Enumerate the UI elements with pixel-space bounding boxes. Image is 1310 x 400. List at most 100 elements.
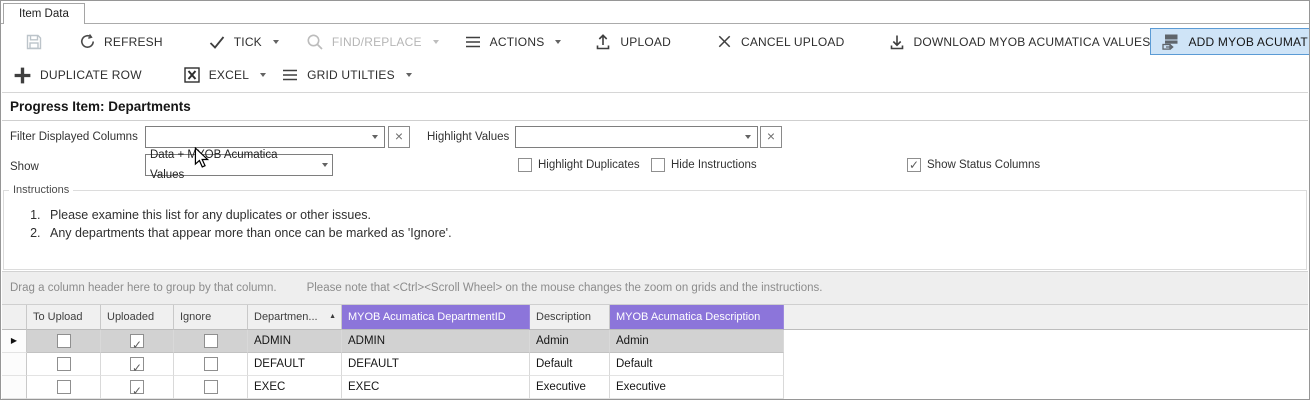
chevron-down-icon[interactable] — [745, 135, 751, 139]
hide-instructions-checkbox[interactable]: Hide Instructions — [651, 157, 757, 173]
group-by-hint: Drag a column header here to group by th… — [10, 282, 277, 294]
cell-filler — [784, 376, 1308, 399]
chevron-down-icon[interactable] — [322, 163, 328, 167]
checkbox-icon[interactable] — [907, 158, 921, 172]
filter-columns-label: Filter Displayed Columns — [10, 131, 138, 143]
sort-asc-icon: ▲ — [329, 313, 336, 320]
show-dropdown[interactable]: Data + MYOB Acumatica Values — [145, 149, 333, 181]
cell-description[interactable]: Admin — [530, 330, 610, 353]
filter-columns-input[interactable] — [146, 127, 372, 147]
checkbox-icon[interactable] — [56, 357, 71, 371]
column-header-ignore[interactable]: Ignore — [174, 305, 248, 330]
cell-ignore[interactable] — [174, 353, 248, 376]
cell-uploaded[interactable] — [101, 353, 174, 376]
cell-uploaded[interactable] — [101, 330, 174, 353]
cell-to-upload[interactable] — [27, 330, 101, 353]
highlight-duplicates-label: Highlight Duplicates — [538, 159, 640, 171]
checkbox-icon[interactable] — [203, 380, 218, 394]
instruction-item: Any departments that appear more than on… — [44, 224, 1306, 242]
cell-description[interactable]: Executive — [530, 376, 610, 399]
refresh-button[interactable]: REFRESH — [78, 32, 163, 51]
cancel-upload-label: CANCEL UPLOAD — [740, 34, 845, 49]
checkbox-icon[interactable] — [130, 334, 144, 352]
add-myob-rows-button[interactable]: ADD MYOB ACUMATICA ROWS — [1150, 28, 1309, 55]
instructions-groupbox: Instructions Please examine this list fo… — [3, 184, 1307, 270]
upload-button[interactable]: UPLOAD — [593, 32, 671, 52]
checkbox-icon[interactable] — [130, 357, 144, 375]
save-button — [24, 32, 44, 52]
cell-to-upload[interactable] — [27, 353, 101, 376]
cell-myob-departmentid[interactable]: DEFAULT — [342, 353, 530, 376]
highlight-values-combobox[interactable] — [515, 126, 758, 148]
grid-utilities-button[interactable]: GRID UTILTIES — [280, 65, 412, 85]
tab-bar: Item Data — [1, 1, 1309, 24]
chevron-down-icon[interactable] — [272, 39, 279, 44]
instructions-legend: Instructions — [13, 184, 70, 196]
cell-ignore[interactable] — [174, 330, 248, 353]
actions-label: ACTIONS — [489, 34, 545, 49]
refresh-icon — [81, 34, 95, 48]
upload-icon — [597, 33, 610, 49]
show-status-columns-checkbox[interactable]: Show Status Columns — [907, 157, 1040, 173]
tick-button[interactable]: TICK — [207, 32, 279, 52]
group-by-bar[interactable]: Drag a column header here to group by th… — [2, 271, 1308, 305]
highlight-duplicates-checkbox[interactable]: Highlight Duplicates — [518, 157, 640, 173]
highlight-values-clear-button[interactable]: × — [760, 126, 782, 148]
chevron-down-icon[interactable] — [372, 135, 378, 139]
excel-icon — [184, 67, 200, 83]
cell-to-upload[interactable] — [27, 376, 101, 399]
cell-department[interactable]: DEFAULT — [248, 353, 342, 376]
row-indicator — [2, 353, 27, 376]
menu-icon — [283, 69, 298, 81]
cell-description[interactable]: Default — [530, 353, 610, 376]
checkbox-icon[interactable] — [651, 158, 665, 172]
column-header-filler — [784, 305, 1308, 330]
cell-myob-departmentid[interactable]: EXEC — [342, 376, 530, 399]
filter-columns-clear-button[interactable]: × — [388, 126, 410, 148]
grid-utilities-label: GRID UTILTIES — [307, 68, 395, 82]
column-header-department[interactable]: Departmen... ▲ — [248, 305, 342, 330]
show-status-columns-label: Show Status Columns — [927, 159, 1041, 171]
highlight-values-input[interactable] — [516, 127, 745, 147]
chevron-down-icon[interactable] — [260, 73, 267, 77]
column-header-myob-description[interactable]: MYOB Acumatica Description — [610, 305, 784, 330]
cell-department[interactable]: EXEC — [248, 376, 342, 399]
cell-myob-description[interactable]: Executive — [610, 376, 784, 399]
checkbox-icon[interactable] — [56, 334, 71, 348]
column-header-description[interactable]: Description — [530, 305, 610, 330]
highlight-values-label: Highlight Values — [427, 131, 510, 143]
cell-filler — [784, 353, 1308, 376]
cell-filler — [784, 330, 1308, 353]
cell-myob-description[interactable]: Default — [610, 353, 784, 376]
column-header-myob-departmentid[interactable]: MYOB Acumatica DepartmentID — [342, 305, 530, 330]
column-header-uploaded[interactable]: Uploaded — [101, 305, 174, 330]
duplicate-row-label: DUPLICATE ROW — [40, 68, 142, 82]
cell-uploaded[interactable] — [101, 376, 174, 399]
actions-button[interactable]: ACTIONS — [463, 32, 562, 52]
checkbox-icon[interactable] — [130, 380, 144, 398]
checkbox-icon[interactable] — [56, 380, 71, 394]
cancel-upload-button[interactable]: CANCEL UPLOAD — [715, 32, 845, 51]
toolbar-main: REFRESH TICK FIND/REPLACE ACTIONS UPLOAD… — [2, 25, 1309, 58]
close-icon — [718, 35, 731, 48]
tab-item-data[interactable]: Item Data — [3, 3, 85, 24]
checkbox-icon[interactable] — [518, 158, 532, 172]
download-icon — [890, 35, 903, 49]
app-window: Item Data REFRESH TICK FIND/REPLACE ACTI… — [0, 0, 1310, 400]
cell-myob-departmentid[interactable]: ADMIN — [342, 330, 530, 353]
excel-button[interactable]: EXCEL — [182, 65, 267, 85]
cell-department[interactable]: ADMIN — [248, 330, 342, 353]
page-title: Progress Item: Departments — [2, 94, 1308, 121]
duplicate-row-button[interactable]: DUPLICATE ROW — [12, 65, 142, 86]
find-replace-label: FIND/REPLACE — [331, 34, 422, 49]
download-values-button[interactable]: DOWNLOAD MYOB ACUMATICA VALUES — [887, 32, 1151, 52]
find-replace-button: FIND/REPLACE — [305, 32, 439, 52]
column-header-to-upload[interactable]: To Upload — [27, 305, 101, 330]
checkbox-icon[interactable] — [203, 334, 218, 348]
checkbox-icon[interactable] — [203, 357, 218, 371]
chevron-down-icon[interactable] — [405, 73, 412, 77]
chevron-down-icon[interactable] — [555, 39, 562, 44]
cell-myob-description[interactable]: Admin — [610, 330, 784, 353]
zoom-note: Please note that <Ctrl><Scroll Wheel> on… — [306, 282, 823, 294]
cell-ignore[interactable] — [174, 376, 248, 399]
